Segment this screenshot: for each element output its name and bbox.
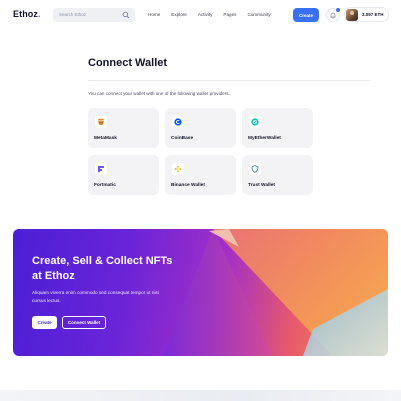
wallet-card-fortmatic[interactable]: Fortmatic	[88, 155, 159, 195]
footer-strip	[0, 390, 401, 401]
search-placeholder: Search Ethoz	[59, 12, 87, 17]
nav-community[interactable]: Community	[247, 12, 270, 17]
banner-title: Create, Sell & Collect NFTs at Ethoz	[32, 255, 173, 282]
nav-activity[interactable]: Activity	[198, 12, 213, 17]
coinbase-icon	[172, 116, 184, 128]
wallet-card-metamask[interactable]: MetaMask	[88, 108, 159, 148]
logo[interactable]: Ethoz.	[13, 9, 41, 19]
nav-pages[interactable]: Pages	[223, 12, 236, 17]
promo-banner: Create, Sell & Collect NFTs at Ethoz Ali…	[13, 229, 388, 356]
wallet-label: CoinBase	[171, 136, 194, 141]
binance-icon	[172, 163, 184, 175]
wallet-label: Binance Wallet	[171, 183, 205, 188]
banner-text: Aliquam viverra enim commodo sed consequ…	[32, 290, 159, 303]
title-divider	[88, 80, 370, 81]
banner-connect-wallet-button[interactable]: Connect Wallet	[62, 316, 106, 329]
logo-text: Ethoz	[13, 9, 38, 19]
wallet-label: MyEtherWallet	[248, 136, 281, 141]
notification-badge	[336, 8, 340, 12]
page-title: Connect Wallet	[88, 57, 168, 69]
wallet-card-trust-wallet[interactable]: Trust Wallet	[242, 155, 313, 195]
main-nav: Home Explore Activity Pages Community	[148, 12, 282, 17]
notification-button[interactable]	[326, 8, 340, 22]
myetherwallet-icon	[249, 116, 261, 128]
wallet-label: Fortmatic	[94, 183, 116, 188]
metamask-icon	[95, 116, 107, 128]
wallet-card-myetherwallet[interactable]: MyEtherWallet	[242, 108, 313, 148]
avatar	[346, 9, 358, 21]
trust-wallet-icon	[249, 163, 261, 175]
wallet-card-binance[interactable]: Binance Wallet	[165, 155, 236, 195]
intro-text: You can connect your wallet with one of …	[88, 91, 230, 96]
bell-icon	[330, 12, 336, 19]
create-button[interactable]: Create	[293, 8, 319, 22]
nav-explore[interactable]: Explore	[171, 12, 187, 17]
wallet-label: Trust Wallet	[248, 183, 276, 188]
search-input[interactable]: Search Ethoz	[53, 8, 135, 22]
banner-create-button[interactable]: Create	[32, 316, 57, 329]
account-chip[interactable]: 3.097 ETH	[344, 7, 389, 22]
search-icon[interactable]	[122, 11, 130, 19]
wallet-card-coinbase[interactable]: CoinBase	[165, 108, 236, 148]
eth-balance: 3.097 ETH	[362, 12, 384, 17]
nav-home[interactable]: Home	[148, 12, 160, 17]
logo-dot: .	[38, 9, 41, 19]
top-header: Ethoz. Search Ethoz Home Explore Activit…	[0, 0, 401, 30]
wallet-label: MetaMask	[94, 136, 117, 141]
fortmatic-icon	[95, 163, 107, 175]
